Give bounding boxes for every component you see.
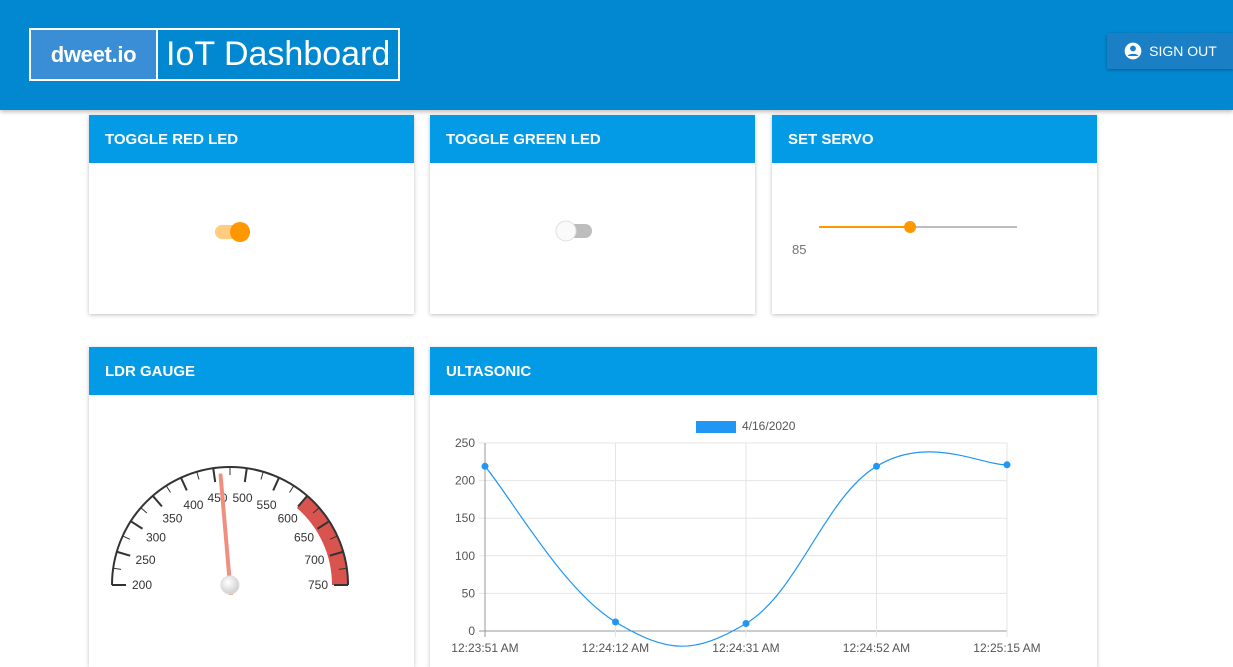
- chart-x-tick-label: 12:24:12 AM: [582, 641, 649, 655]
- gauge-minor-tick: [140, 507, 148, 514]
- gauge-tick-label: 200: [132, 578, 152, 592]
- chart-y-tick-label: 0: [468, 624, 475, 638]
- chart-data-point: [1003, 461, 1011, 469]
- servo-value: 85: [792, 242, 807, 257]
- gauge-tick-label: 400: [183, 498, 203, 512]
- gauge-major-tick: [180, 477, 188, 491]
- gauge-minor-tick: [260, 471, 264, 480]
- card-ultrasonic: ULTASONIC 0 50 100 150 200 250 12:23:51 AM 12:2…: [430, 347, 1097, 667]
- card-title: TOGGLE RED LED: [89, 115, 414, 163]
- gauge-minor-tick: [289, 485, 295, 493]
- gauge-major-tick: [212, 468, 217, 483]
- brand: dweet.io IoT Dashboard: [29, 28, 401, 81]
- card-title: SET SERVO: [772, 115, 1097, 163]
- dweet-logo: dweet.io: [31, 30, 158, 79]
- gauge-hub: [220, 575, 240, 595]
- gauge-minor-tick: [122, 535, 131, 540]
- chart-y-tick-label: 150: [455, 511, 475, 525]
- app-header: dweet.io IoT Dashboard SIGN OUT: [0, 0, 1233, 110]
- card-title: LDR GAUGE: [89, 347, 414, 395]
- gauge-major-tick: [151, 495, 163, 508]
- chart-x-tick-label: 12:23:51 AM: [451, 641, 518, 655]
- chart-data-point: [481, 462, 489, 470]
- card-green-led: TOGGLE GREEN LED: [430, 115, 755, 314]
- card-ldr-gauge: LDR GAUGE 200 250 300 350 400 450 500 550 600 650…: [89, 347, 414, 667]
- sign-out-button[interactable]: SIGN OUT: [1107, 33, 1233, 69]
- gauge-tick-label: 600: [278, 511, 298, 525]
- page-title: IoT Dashboard: [166, 35, 391, 73]
- chart-legend-swatch: [696, 421, 736, 433]
- chart-legend-label: 4/16/2020: [742, 419, 796, 433]
- gauge-tick-label: 750: [308, 578, 328, 592]
- ldr-gauge: 200250300350400450500550600650700750Brig…: [111, 466, 349, 595]
- chart-y-tick-label: 200: [455, 474, 475, 488]
- chart-y-tick-label: 100: [455, 549, 475, 563]
- gauge-minor-tick: [165, 485, 171, 493]
- gauge-major-tick: [116, 550, 131, 557]
- card-title: ULTASONIC: [430, 347, 1097, 395]
- gauge-minor-tick: [196, 471, 200, 480]
- gauge-major-tick: [130, 520, 144, 530]
- sign-out-label: SIGN OUT: [1149, 43, 1217, 59]
- servo-slider[interactable]: [812, 217, 1022, 237]
- chart-data-point: [873, 462, 880, 470]
- red-led-toggle[interactable]: [213, 220, 253, 244]
- chart-x-tick-label: 12:25:15 AM: [973, 641, 1040, 655]
- gauge-tick-label: 350: [162, 511, 182, 525]
- gauge-minor-tick: [113, 567, 122, 570]
- gauge-tick-label: 550: [257, 498, 277, 512]
- chart-data-point: [742, 619, 750, 627]
- chart-y-tick-label: 50: [462, 586, 476, 600]
- chart-x-tick-label: 12:24:52 AM: [843, 641, 910, 655]
- chart-x-tick-label: 12:24:31 AM: [712, 641, 779, 655]
- gauge-tick-label: 250: [136, 553, 156, 567]
- gauge-tick-label: 500: [233, 491, 253, 505]
- gauge-tick-label: 300: [146, 530, 166, 544]
- gauge-tick-label: 700: [304, 553, 324, 567]
- card-servo: SET SERVO 85: [772, 115, 1097, 314]
- servo-slider-thumb[interactable]: [904, 221, 917, 233]
- account-circle-icon: [1124, 42, 1142, 60]
- card-red-led: TOGGLE RED LED: [89, 115, 414, 314]
- ultrasonic-chart: 0 50 100 150 200 250 12:23:51 AM 12:24:12 AM 12:…: [451, 419, 1040, 655]
- gauge-major-tick: [272, 477, 280, 491]
- green-led-toggle[interactable]: [554, 219, 594, 243]
- chart-y-tick-label: 250: [455, 436, 475, 450]
- gauge-tick-label: 650: [294, 530, 314, 544]
- gauge-major-tick: [243, 468, 248, 483]
- card-title: TOGGLE GREEN LED: [430, 115, 755, 163]
- chart-data-point: [612, 618, 619, 626]
